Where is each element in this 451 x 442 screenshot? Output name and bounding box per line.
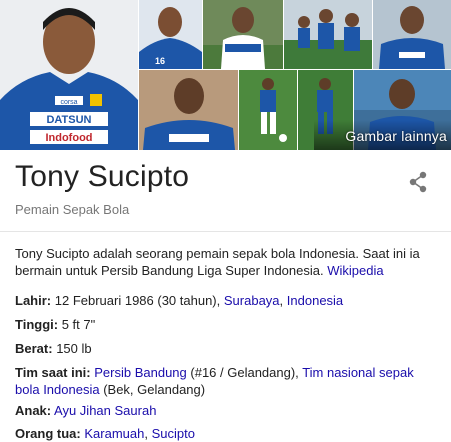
image-gallery: DATSUN Indofood corsa 16 Gambar lainnya (0, 0, 451, 150)
fact-link-sucipto[interactable]: Sucipto (152, 426, 195, 441)
fact-orang-tua: Orang tua: Karamuah, Sucipto (15, 425, 440, 442)
fact-link-persib[interactable]: Persib Bandung (94, 365, 187, 380)
jersey-sponsor-corsa: corsa (60, 99, 77, 106)
photo-2[interactable]: 16 (139, 0, 202, 69)
fact-label: Anak: (15, 403, 52, 418)
fact-link-indonesia[interactable]: Indonesia (287, 293, 343, 308)
fact-label: Berat: (15, 341, 53, 356)
description: Tony Sucipto adalah seorang pemain sepak… (15, 245, 440, 279)
share-icon[interactable] (407, 170, 429, 194)
photo-7[interactable] (239, 70, 297, 150)
fact-label: Orang tua: (15, 426, 81, 441)
fact-tinggi: Tinggi: 5 ft 7" (15, 316, 440, 333)
fact-link-surabaya[interactable]: Surabaya (224, 293, 280, 308)
photo-4[interactable] (284, 0, 372, 69)
fact-link-karamuah[interactable]: Karamuah (84, 426, 144, 441)
fact-value: (#16 / Gelandang), (190, 365, 299, 380)
fact-link-ayu[interactable]: Ayu Jihan Saurah (54, 403, 156, 418)
fact-tim: Tim saat ini: Persib Bandung (#16 / Gela… (15, 364, 440, 398)
section-divider (0, 231, 451, 232)
fact-anak: Anak: Ayu Jihan Saurah (15, 402, 440, 419)
fact-separator: , (279, 293, 284, 308)
jersey-number: 16 (155, 56, 165, 66)
photo-main-portrait[interactable]: DATSUN Indofood corsa (0, 0, 138, 150)
entity-subtitle: Pemain Sepak Bola (15, 202, 130, 217)
fact-value: 12 Februari 1986 (30 tahun), (54, 293, 221, 308)
entity-title: Tony Sucipto (15, 160, 190, 193)
fact-label: Tinggi: (15, 317, 59, 332)
fact-value: 150 lb (56, 341, 92, 356)
photo-6[interactable] (139, 70, 238, 150)
fact-value: (Bek, Gelandang) (103, 382, 206, 397)
more-images-link[interactable]: Gambar lainnya (345, 128, 447, 144)
jersey-sponsor-indofood: Indofood (45, 132, 92, 144)
fact-separator: , (144, 426, 148, 441)
fact-label: Tim saat ini: (15, 365, 91, 380)
jersey-sponsor-datsun: DATSUN (46, 114, 91, 126)
fact-berat: Berat: 150 lb (15, 340, 440, 357)
photo-3[interactable] (203, 0, 283, 69)
photo-5[interactable] (373, 0, 451, 69)
fact-label: Lahir: (15, 293, 52, 308)
fact-value: 5 ft 7" (61, 317, 96, 332)
wikipedia-link[interactable]: Wikipedia (327, 263, 383, 278)
fact-lahir: Lahir: 12 Februari 1986 (30 tahun), Sura… (15, 292, 440, 309)
